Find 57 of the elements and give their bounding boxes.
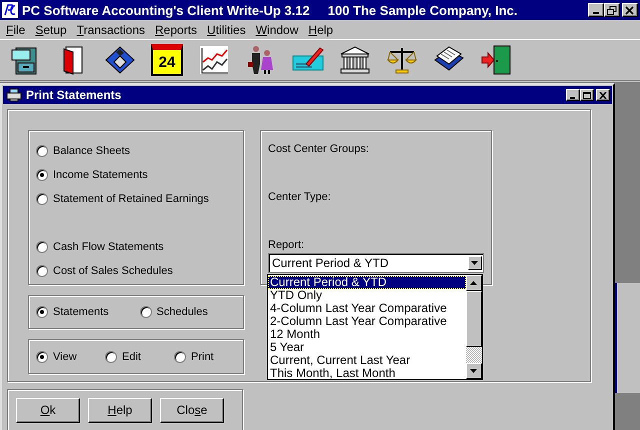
radio-option[interactable]: Statement of Retained Earnings [36, 187, 243, 211]
radio-option[interactable]: Balance Sheets [36, 139, 243, 163]
maximize-button[interactable] [580, 89, 594, 101]
app-title: PC Software Accounting's Client Write-Up 3.12 100 The Sample Company, Inc. [22, 2, 519, 18]
dropdown-option[interactable]: 4-Column Last Year Comparative [268, 302, 466, 315]
close-button[interactable] [596, 89, 610, 101]
close-icon [625, 6, 635, 14]
scroll-track[interactable] [466, 347, 482, 363]
scroll-down-icon [470, 368, 478, 374]
menu-item[interactable]: Help [303, 22, 338, 36]
menu-item[interactable]: File [1, 22, 30, 36]
close-button[interactable] [622, 3, 638, 17]
restore-button[interactable] [604, 3, 620, 17]
dialog-button[interactable]: Ok [16, 398, 80, 422]
dropdown-arrow-icon [471, 260, 479, 266]
dropdown-option[interactable]: This Month, Last Month [268, 367, 466, 380]
menu-item[interactable]: Transactions [72, 22, 150, 36]
menu-item[interactable]: Window [250, 22, 304, 36]
radio-option[interactable]: Print [174, 344, 243, 368]
scroll-bar[interactable] [466, 275, 482, 379]
radio-option[interactable]: View [36, 344, 105, 368]
close-icon [599, 92, 607, 98]
dialog-title: Print Statements [26, 88, 122, 102]
minimize-icon [593, 12, 599, 14]
menu-item[interactable]: Reports [150, 22, 202, 36]
dropdown-option[interactable]: Current Period & YTD [268, 276, 466, 289]
dropdown-option[interactable]: 5 Year [268, 341, 466, 354]
dropdown-option[interactable]: Current, Current Last Year [268, 354, 466, 367]
field-label: Center Type: [268, 190, 332, 205]
maximize-icon [583, 92, 591, 98]
radio-option[interactable]: Edit [105, 344, 174, 368]
dropdown-option[interactable]: YTD Only [268, 289, 466, 302]
menu-item[interactable]: Utilities [202, 22, 251, 36]
report-dropdown[interactable]: Current Period & YTD [268, 253, 484, 273]
scroll-up-icon [470, 280, 478, 286]
radio-option[interactable]: Cash Flow Statements [36, 235, 243, 259]
dialog-button[interactable]: Help [88, 398, 152, 422]
line-chart-icon[interactable] [198, 44, 230, 76]
exit-door-icon[interactable] [480, 44, 512, 76]
app-logo-icon [2, 2, 18, 18]
radio-option[interactable]: Schedules [140, 300, 243, 324]
minimize-button[interactable] [588, 3, 604, 17]
dropdown-option[interactable]: 12 Month [268, 328, 466, 341]
dialog-button[interactable]: Close [160, 398, 224, 422]
printer-icon [6, 88, 22, 102]
field-label: Cost Center Groups: [268, 142, 370, 157]
restore-icon [607, 6, 617, 14]
menu-item[interactable]: Setup [30, 22, 72, 36]
minimize-button[interactable] [566, 89, 580, 101]
field-label: Report: [268, 238, 306, 253]
radio-option[interactable]: Cost of Sales Schedules [36, 259, 243, 283]
scroll-thumb[interactable] [466, 291, 482, 347]
bank-building-icon[interactable] [339, 44, 371, 76]
radio-option[interactable]: Statements [36, 300, 140, 324]
radio-option[interactable]: Income Statements [36, 163, 243, 187]
dropdown-option[interactable]: 2-Column Last Year Comparative [268, 315, 466, 328]
calendar-icon[interactable]: 24 [151, 44, 183, 76]
